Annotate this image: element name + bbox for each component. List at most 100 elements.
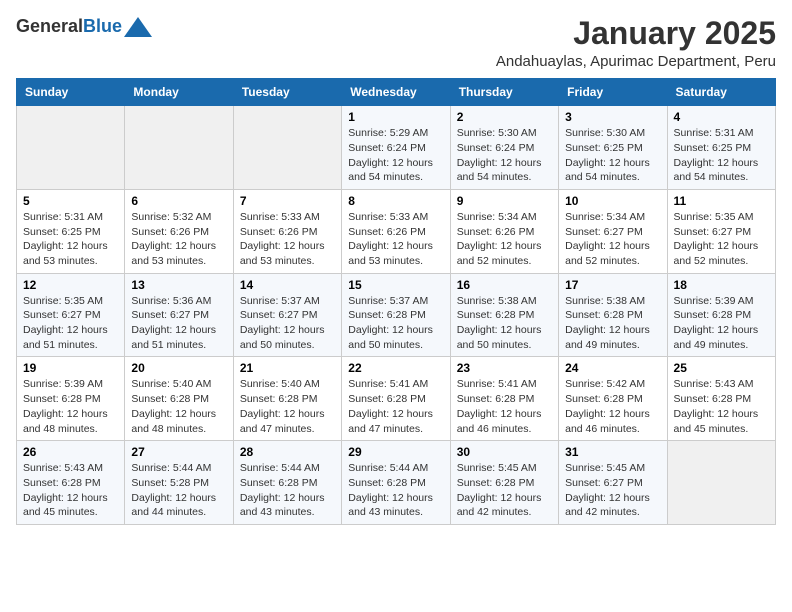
- day-info: Sunrise: 5:29 AM Sunset: 6:24 PM Dayligh…: [348, 126, 443, 185]
- calendar-cell: 6 Sunrise: 5:32 AM Sunset: 6:26 PM Dayli…: [125, 189, 233, 273]
- sunset-text: Sunset: 6:25 PM: [674, 142, 752, 154]
- sunset-text: Sunset: 6:26 PM: [131, 226, 209, 238]
- sunset-text: Sunset: 6:27 PM: [565, 477, 643, 489]
- day-info: Sunrise: 5:30 AM Sunset: 6:24 PM Dayligh…: [457, 126, 552, 185]
- day-number: 20: [131, 361, 226, 375]
- calendar-cell: [667, 441, 775, 525]
- sunset-text: Sunset: 6:28 PM: [674, 309, 752, 321]
- calendar-cell: 11 Sunrise: 5:35 AM Sunset: 6:27 PM Dayl…: [667, 189, 775, 273]
- daylight-text: Daylight: 12 hours and 43 minutes.: [348, 492, 433, 519]
- day-info: Sunrise: 5:39 AM Sunset: 6:28 PM Dayligh…: [674, 294, 769, 353]
- page-header: GeneralBlue January 2025 Andahuaylas, Ap…: [16, 16, 776, 70]
- day-info: Sunrise: 5:44 AM Sunset: 5:28 PM Dayligh…: [131, 461, 226, 520]
- calendar-cell: 31 Sunrise: 5:45 AM Sunset: 6:27 PM Dayl…: [559, 441, 667, 525]
- sunset-text: Sunset: 6:28 PM: [240, 393, 318, 405]
- daylight-text: Daylight: 12 hours and 49 minutes.: [565, 324, 650, 351]
- calendar-cell: 19 Sunrise: 5:39 AM Sunset: 6:28 PM Dayl…: [17, 357, 125, 441]
- calendar-cell: 8 Sunrise: 5:33 AM Sunset: 6:26 PM Dayli…: [342, 189, 450, 273]
- calendar-cell: 12 Sunrise: 5:35 AM Sunset: 6:27 PM Dayl…: [17, 273, 125, 357]
- daylight-text: Daylight: 12 hours and 52 minutes.: [565, 240, 650, 267]
- calendar-cell: 25 Sunrise: 5:43 AM Sunset: 6:28 PM Dayl…: [667, 357, 775, 441]
- sunset-text: Sunset: 6:24 PM: [457, 142, 535, 154]
- sunrise-text: Sunrise: 5:43 AM: [23, 462, 103, 474]
- day-number: 17: [565, 278, 660, 292]
- calendar-cell: 1 Sunrise: 5:29 AM Sunset: 6:24 PM Dayli…: [342, 106, 450, 190]
- sunrise-text: Sunrise: 5:35 AM: [23, 295, 103, 307]
- daylight-text: Daylight: 12 hours and 47 minutes.: [240, 408, 325, 435]
- day-info: Sunrise: 5:44 AM Sunset: 6:28 PM Dayligh…: [240, 461, 335, 520]
- day-info: Sunrise: 5:31 AM Sunset: 6:25 PM Dayligh…: [23, 210, 118, 269]
- day-info: Sunrise: 5:45 AM Sunset: 6:28 PM Dayligh…: [457, 461, 552, 520]
- day-number: 10: [565, 194, 660, 208]
- calendar-cell: 15 Sunrise: 5:37 AM Sunset: 6:28 PM Dayl…: [342, 273, 450, 357]
- sunrise-text: Sunrise: 5:37 AM: [240, 295, 320, 307]
- sunset-text: Sunset: 6:25 PM: [565, 142, 643, 154]
- col-header-sunday: Sunday: [17, 79, 125, 106]
- day-number: 4: [674, 110, 769, 124]
- daylight-text: Daylight: 12 hours and 48 minutes.: [23, 408, 108, 435]
- day-info: Sunrise: 5:39 AM Sunset: 6:28 PM Dayligh…: [23, 377, 118, 436]
- sunset-text: Sunset: 6:26 PM: [348, 226, 426, 238]
- sunset-text: Sunset: 6:27 PM: [565, 226, 643, 238]
- daylight-text: Daylight: 12 hours and 44 minutes.: [131, 492, 216, 519]
- calendar-cell: 24 Sunrise: 5:42 AM Sunset: 6:28 PM Dayl…: [559, 357, 667, 441]
- sunrise-text: Sunrise: 5:44 AM: [348, 462, 428, 474]
- day-number: 30: [457, 445, 552, 459]
- col-header-thursday: Thursday: [450, 79, 558, 106]
- daylight-text: Daylight: 12 hours and 45 minutes.: [23, 492, 108, 519]
- daylight-text: Daylight: 12 hours and 43 minutes.: [240, 492, 325, 519]
- sunset-text: Sunset: 6:25 PM: [23, 226, 101, 238]
- logo-blue: Blue: [83, 16, 122, 36]
- day-info: Sunrise: 5:37 AM Sunset: 6:28 PM Dayligh…: [348, 294, 443, 353]
- day-number: 21: [240, 361, 335, 375]
- day-info: Sunrise: 5:43 AM Sunset: 6:28 PM Dayligh…: [23, 461, 118, 520]
- week-row-1: 5 Sunrise: 5:31 AM Sunset: 6:25 PM Dayli…: [17, 189, 776, 273]
- sunrise-text: Sunrise: 5:40 AM: [131, 378, 211, 390]
- calendar-cell: 16 Sunrise: 5:38 AM Sunset: 6:28 PM Dayl…: [450, 273, 558, 357]
- sunset-text: Sunset: 6:28 PM: [457, 477, 535, 489]
- daylight-text: Daylight: 12 hours and 42 minutes.: [565, 492, 650, 519]
- day-number: 6: [131, 194, 226, 208]
- sunset-text: Sunset: 6:27 PM: [240, 309, 318, 321]
- day-number: 14: [240, 278, 335, 292]
- sunrise-text: Sunrise: 5:31 AM: [674, 127, 754, 139]
- sunrise-text: Sunrise: 5:35 AM: [674, 211, 754, 223]
- col-header-friday: Friday: [559, 79, 667, 106]
- sunrise-text: Sunrise: 5:33 AM: [348, 211, 428, 223]
- sunset-text: Sunset: 6:27 PM: [674, 226, 752, 238]
- day-info: Sunrise: 5:38 AM Sunset: 6:28 PM Dayligh…: [565, 294, 660, 353]
- day-number: 18: [674, 278, 769, 292]
- sunrise-text: Sunrise: 5:37 AM: [348, 295, 428, 307]
- sunset-text: Sunset: 6:27 PM: [131, 309, 209, 321]
- day-number: 13: [131, 278, 226, 292]
- calendar-subtitle: Andahuaylas, Apurimac Department, Peru: [496, 53, 776, 70]
- daylight-text: Daylight: 12 hours and 48 minutes.: [131, 408, 216, 435]
- sunrise-text: Sunrise: 5:45 AM: [457, 462, 537, 474]
- sunrise-text: Sunrise: 5:34 AM: [457, 211, 537, 223]
- sunrise-text: Sunrise: 5:30 AM: [565, 127, 645, 139]
- sunset-text: Sunset: 6:27 PM: [23, 309, 101, 321]
- day-info: Sunrise: 5:31 AM Sunset: 6:25 PM Dayligh…: [674, 126, 769, 185]
- logo-general: General: [16, 16, 83, 36]
- col-header-saturday: Saturday: [667, 79, 775, 106]
- daylight-text: Daylight: 12 hours and 53 minutes.: [348, 240, 433, 267]
- col-header-monday: Monday: [125, 79, 233, 106]
- sunset-text: Sunset: 6:28 PM: [565, 309, 643, 321]
- daylight-text: Daylight: 12 hours and 46 minutes.: [565, 408, 650, 435]
- calendar-cell: 3 Sunrise: 5:30 AM Sunset: 6:25 PM Dayli…: [559, 106, 667, 190]
- sunset-text: Sunset: 6:28 PM: [348, 309, 426, 321]
- week-row-4: 26 Sunrise: 5:43 AM Sunset: 6:28 PM Dayl…: [17, 441, 776, 525]
- daylight-text: Daylight: 12 hours and 54 minutes.: [457, 157, 542, 184]
- calendar-cell: 7 Sunrise: 5:33 AM Sunset: 6:26 PM Dayli…: [233, 189, 341, 273]
- sunset-text: Sunset: 6:28 PM: [23, 393, 101, 405]
- daylight-text: Daylight: 12 hours and 53 minutes.: [240, 240, 325, 267]
- day-info: Sunrise: 5:33 AM Sunset: 6:26 PM Dayligh…: [240, 210, 335, 269]
- calendar-header-row: SundayMondayTuesdayWednesdayThursdayFrid…: [17, 79, 776, 106]
- sunset-text: Sunset: 6:28 PM: [457, 309, 535, 321]
- day-info: Sunrise: 5:35 AM Sunset: 6:27 PM Dayligh…: [674, 210, 769, 269]
- day-info: Sunrise: 5:43 AM Sunset: 6:28 PM Dayligh…: [674, 377, 769, 436]
- day-info: Sunrise: 5:34 AM Sunset: 6:26 PM Dayligh…: [457, 210, 552, 269]
- calendar-cell: 23 Sunrise: 5:41 AM Sunset: 6:28 PM Dayl…: [450, 357, 558, 441]
- title-block: January 2025 Andahuaylas, Apurimac Depar…: [496, 16, 776, 70]
- daylight-text: Daylight: 12 hours and 52 minutes.: [674, 240, 759, 267]
